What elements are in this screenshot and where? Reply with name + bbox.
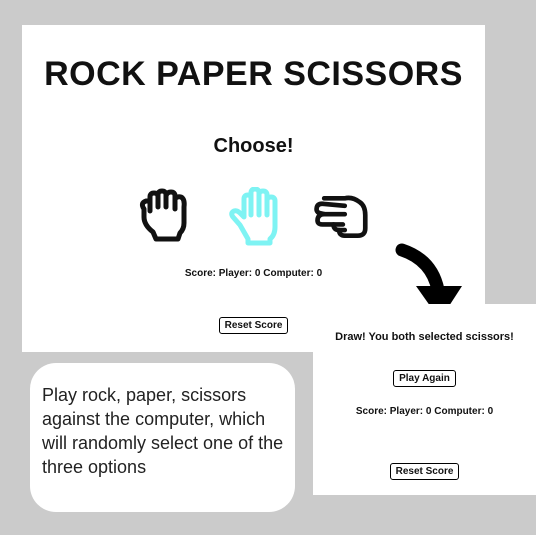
scissors-hand-icon <box>314 195 368 238</box>
title-text: ROCK PAPER SCISSORS <box>44 55 463 93</box>
open-hand-icon <box>229 187 278 246</box>
paper-button[interactable] <box>228 187 284 247</box>
result-reset-label: Reset Score <box>395 466 454 477</box>
play-again-button[interactable]: Play Again <box>393 370 456 387</box>
choose-prompt: Choose! <box>22 135 485 158</box>
scissors-button[interactable] <box>313 187 369 247</box>
page-title: ROCK PAPER SCISSORS <box>22 55 485 94</box>
reset-score-button[interactable]: Reset Score <box>218 317 289 334</box>
result-panel: Draw! You both selected scissors! Play A… <box>313 304 536 495</box>
caption-bubble: Play rock, paper, scissors against the c… <box>30 363 295 512</box>
rock-button[interactable] <box>136 187 192 247</box>
result-score-display: Score: Player: 0 Computer: 0 <box>313 406 536 417</box>
prompt-text: Choose! <box>213 135 294 157</box>
fist-icon <box>139 188 187 242</box>
caption-text: Play rock, paper, scissors against the c… <box>42 385 284 477</box>
result-reset-score-button[interactable]: Reset Score <box>389 463 460 480</box>
result-text: Draw! You both selected scissors! <box>335 331 514 343</box>
score-text: Score: Player: 0 Computer: 0 <box>184 268 323 279</box>
play-again-label: Play Again <box>399 373 450 384</box>
reset-label: Reset Score <box>224 320 283 331</box>
result-score-text: Score: Player: 0 Computer: 0 <box>355 406 494 417</box>
result-message: Draw! You both selected scissors! <box>313 331 536 343</box>
